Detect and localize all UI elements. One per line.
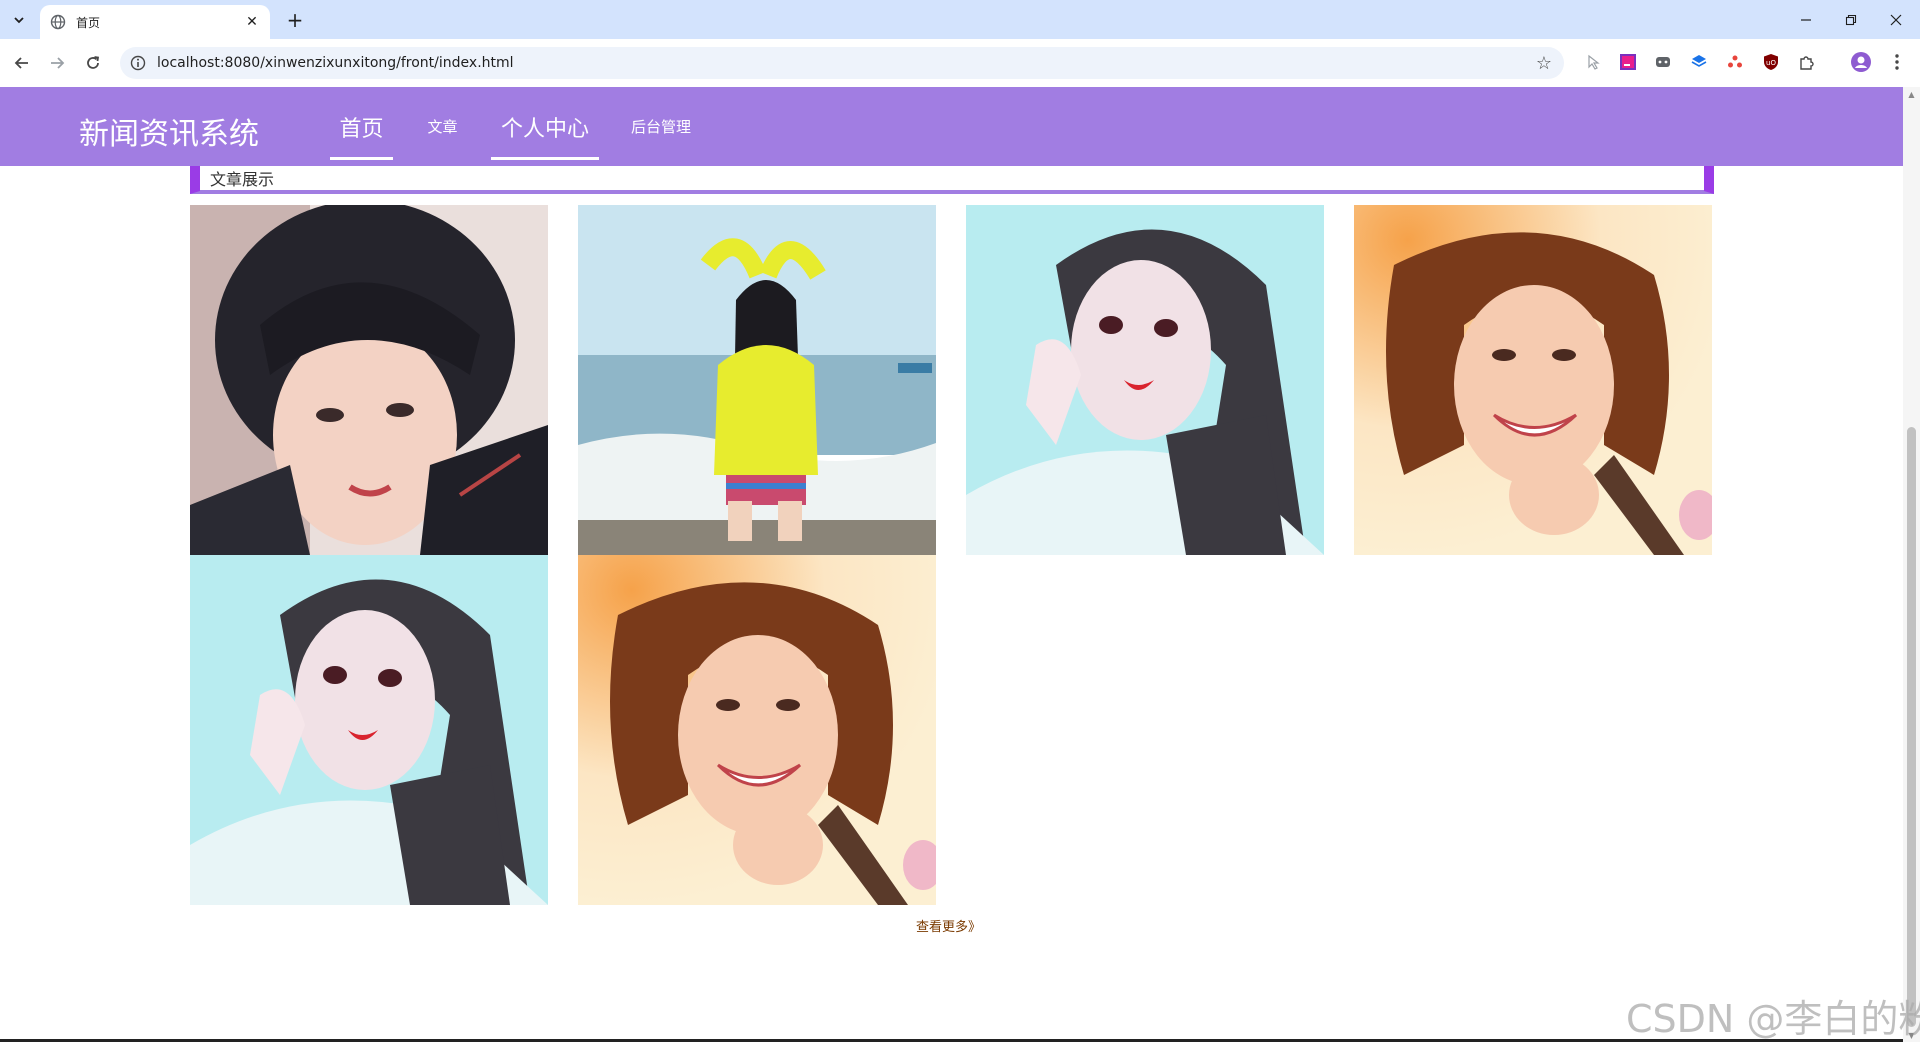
bookmark-star-icon[interactable]: ☆ (1536, 53, 1552, 74)
jetbrains-extension-icon[interactable] (1617, 51, 1639, 73)
section-title: 文章展示 (210, 170, 275, 189)
close-tab-icon[interactable]: ✕ (242, 12, 262, 32)
url-text[interactable]: localhost:8080/xinwenzixunxitong/front/i… (157, 55, 514, 71)
cursor-extension-icon[interactable] (1582, 51, 1604, 73)
ublock-shield-icon[interactable]: uO (1760, 51, 1782, 73)
site-header: 新闻资讯系统 首页 文章 个人中心 后台管理 (0, 87, 1903, 166)
gamepad-extension-icon[interactable] (1652, 51, 1674, 73)
csdn-watermark: CSDN @李白的粉 (1626, 997, 1920, 1041)
view-more-link[interactable]: 查看更多》 (916, 916, 981, 935)
globe-icon (50, 14, 66, 30)
minimize-icon[interactable] (1786, 6, 1826, 34)
back-arrow-icon[interactable] (10, 51, 34, 75)
puzzle-extensions-icon[interactable] (1796, 51, 1818, 73)
section-title-bar: 文章展示 (190, 166, 1714, 194)
article-image-5[interactable] (190, 555, 548, 905)
svg-text:uO: uO (1766, 59, 1776, 67)
site-info-icon[interactable] (130, 55, 146, 71)
nav-home[interactable]: 首页 (330, 87, 393, 166)
new-tab-plus-icon[interactable]: + (282, 8, 308, 32)
people-extension-icon[interactable] (1724, 51, 1746, 73)
nav-personal-center[interactable]: 个人中心 (491, 87, 599, 166)
site-title: 新闻资讯系统 (79, 117, 259, 152)
browser-menu-icon[interactable] (1886, 51, 1908, 73)
nav-admin[interactable]: 后台管理 (625, 87, 697, 166)
article-image-6[interactable] (578, 555, 936, 905)
browser-toolbar: localhost:8080/xinwenzixunxitong/front/i… (0, 39, 1920, 87)
reload-icon[interactable] (81, 51, 105, 75)
article-image-3[interactable] (966, 205, 1324, 555)
browser-tab-strip: 首页 ✕ + (0, 0, 1920, 39)
article-image-1[interactable] (190, 205, 548, 555)
tab-title: 首页 (76, 15, 101, 30)
article-image-2[interactable] (578, 205, 936, 555)
close-window-icon[interactable] (1876, 6, 1916, 34)
tab-search-chevron-down-icon[interactable] (6, 8, 32, 32)
scroll-up-arrow-icon[interactable]: ▲ (1903, 87, 1920, 101)
nav-articles[interactable]: 文章 (420, 87, 465, 166)
scroll-thumb[interactable] (1907, 427, 1916, 1027)
restore-icon[interactable] (1831, 6, 1871, 34)
browser-tab[interactable]: 首页 ✕ (40, 5, 270, 39)
page-scrollbar[interactable]: ▲ ▼ (1903, 87, 1920, 1042)
layers-extension-icon[interactable] (1688, 51, 1710, 73)
forward-arrow-icon[interactable] (45, 51, 69, 75)
address-bar[interactable]: localhost:8080/xinwenzixunxitong/front/i… (120, 47, 1564, 79)
profile-avatar-icon[interactable] (1850, 51, 1872, 73)
article-image-4[interactable] (1354, 205, 1712, 555)
